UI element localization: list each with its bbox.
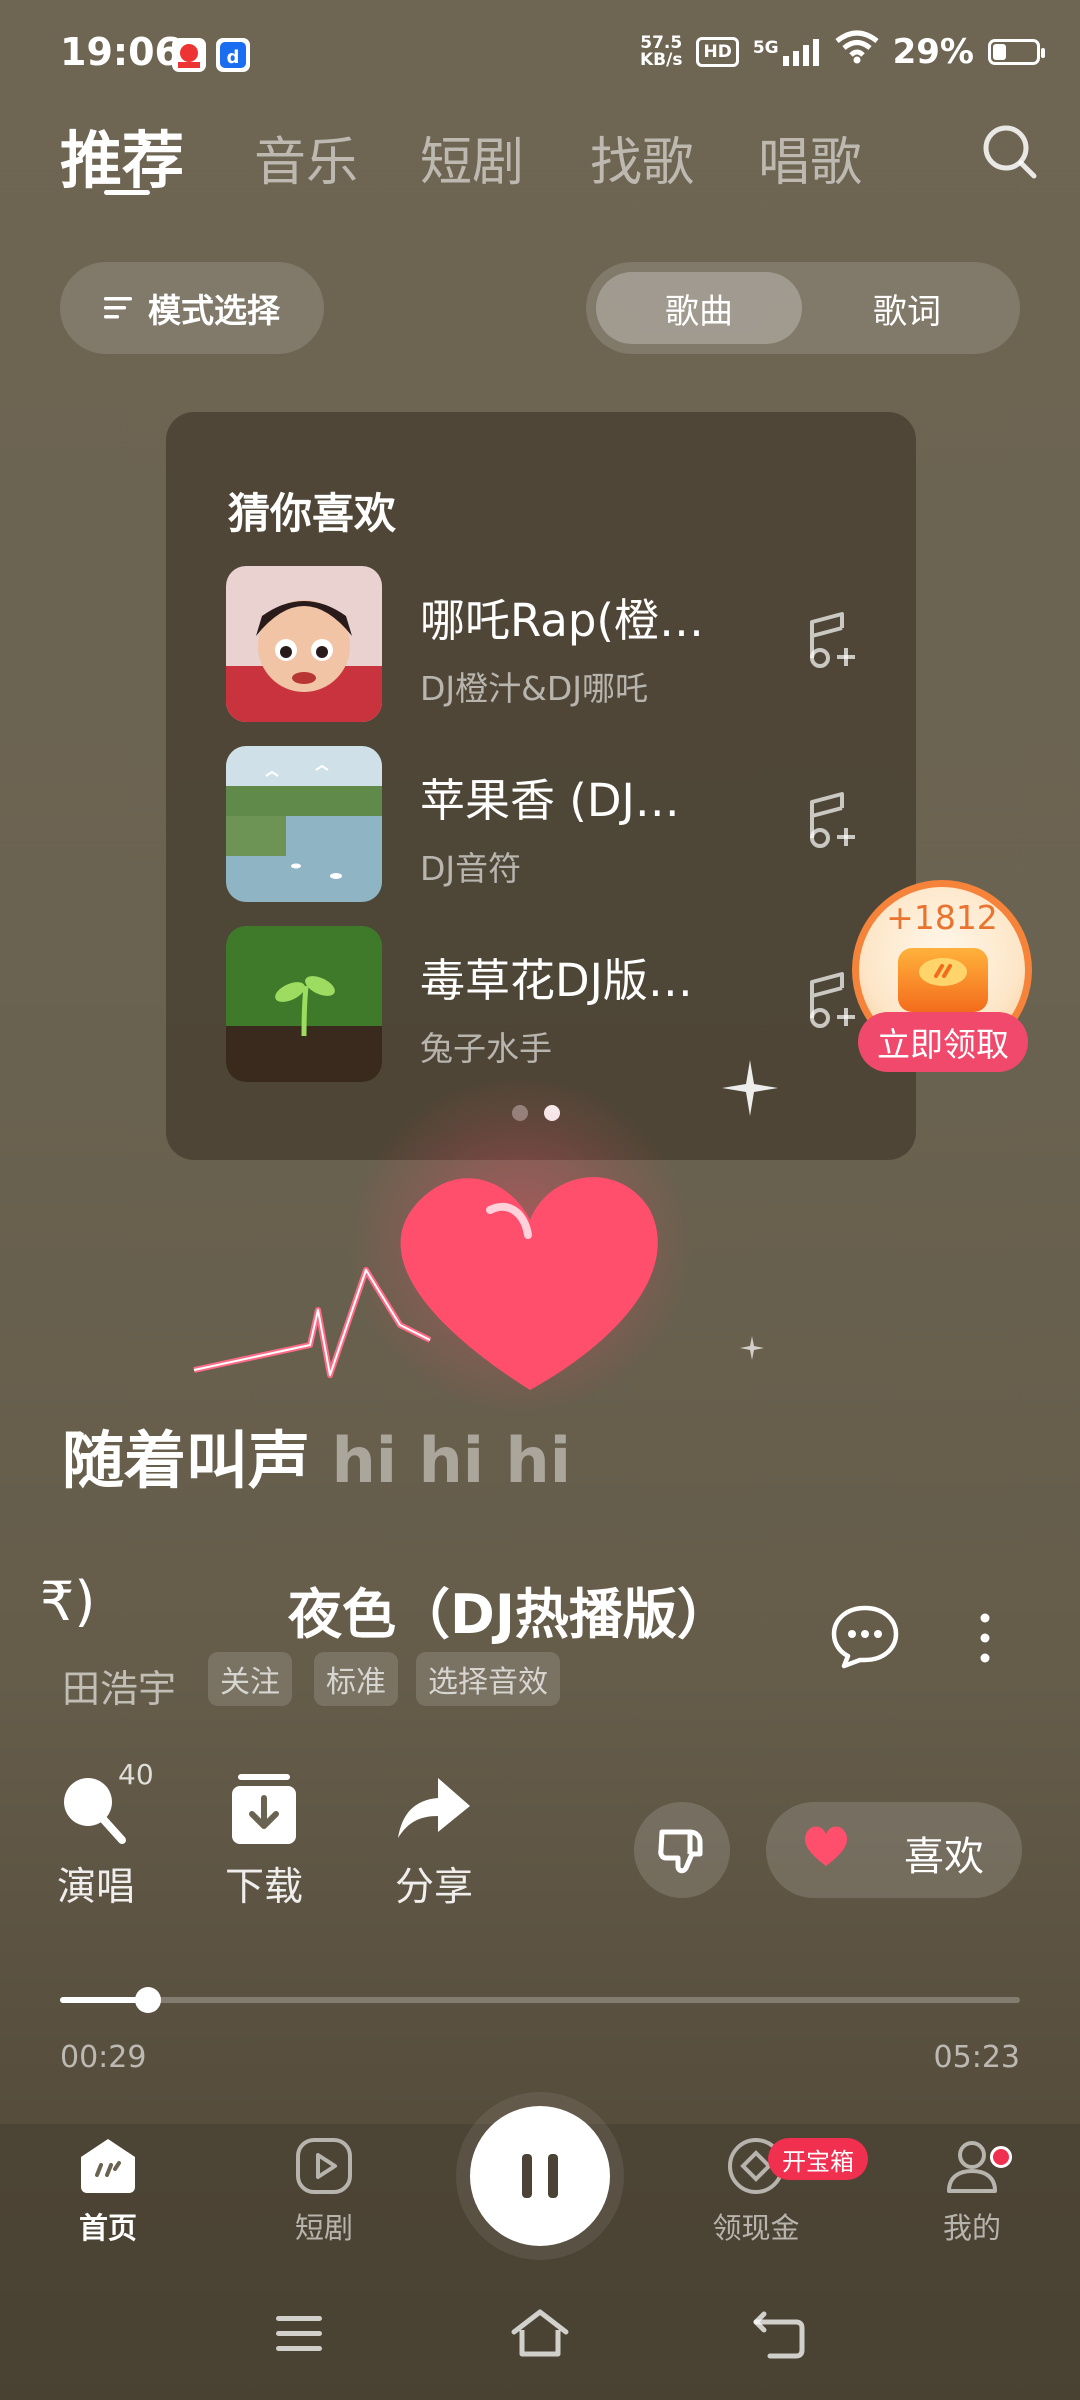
songs-lyrics-toggle: 歌曲 歌词: [586, 262, 1020, 354]
progress-track[interactable]: [60, 1997, 1020, 2003]
quality-button[interactable]: 标准: [314, 1652, 398, 1706]
play-circle-icon: [293, 2135, 355, 2197]
sound-effect-button[interactable]: 选择音效: [416, 1652, 560, 1706]
active-tab-indicator: [104, 190, 150, 195]
claim-reward-button[interactable]: 立即领取: [858, 1012, 1028, 1072]
sparkle-icon: [740, 1336, 764, 1360]
recommend-song-item[interactable]: 哪吒Rap(橙… DJ橙汁&DJ哪吒: [226, 566, 866, 722]
more-options-icon[interactable]: [970, 1608, 1000, 1668]
nav-home-label: 首页: [78, 2211, 137, 2245]
download-icon: [224, 1770, 304, 1850]
like-button[interactable]: 喜欢: [766, 1802, 1022, 1898]
notification-app-icon-2: d: [216, 38, 250, 72]
total-time: 05:23: [933, 2040, 1020, 2075]
signal-icon: 5G: [753, 38, 821, 66]
song-cover: [226, 746, 382, 902]
nav-home[interactable]: 首页: [28, 2135, 188, 2247]
home-nav-icon[interactable]: [510, 2306, 570, 2362]
song-artist: DJ音符: [420, 849, 522, 888]
mode-select-button[interactable]: 模式选择: [60, 262, 324, 354]
back-icon[interactable]: [750, 2306, 810, 2362]
reward-amount: +1812: [886, 898, 998, 937]
previous-title-fragment: ₹): [40, 1570, 96, 1633]
share-label: 分享: [394, 1865, 473, 1910]
song-name: 苹果香 (DJ…: [420, 774, 680, 827]
treasure-badge: 开宝箱: [768, 2138, 868, 2180]
recommend-title: 猜你喜欢: [228, 489, 397, 538]
svg-text:d: d: [227, 47, 240, 68]
add-to-playlist-icon[interactable]: [800, 606, 866, 672]
now-playing-title[interactable]: 夜色（DJ热播版）: [288, 1570, 731, 1649]
tab-music[interactable]: 音乐: [254, 120, 358, 195]
nav-mine-label: 我的: [942, 2211, 1001, 2245]
sing-button[interactable]: 演唱: [26, 1770, 166, 1912]
lyric-upcoming: hi hi hi: [331, 1424, 571, 1497]
mode-select-label: 模式选择: [148, 291, 280, 330]
recommend-song-item[interactable]: 毒草花DJ版… 兔子水手: [226, 926, 866, 1082]
notification-app-icon: [172, 38, 206, 72]
current-lyric: 随着叫声 hi hi hi: [62, 1410, 571, 1500]
heartbeat-heart-icon: [190, 1140, 750, 1400]
add-to-playlist-icon[interactable]: [800, 786, 866, 852]
nav-mine[interactable]: 我的: [892, 2135, 1052, 2247]
dislike-button[interactable]: [634, 1802, 730, 1898]
heart-icon: [804, 1826, 848, 1866]
tab-short-drama[interactable]: 短剧: [420, 120, 524, 195]
nav-cash-label: 领现金: [712, 2211, 800, 2245]
follow-button[interactable]: 关注: [208, 1652, 292, 1706]
song-cover: [226, 926, 382, 1082]
toggle-songs[interactable]: 歌曲: [596, 272, 802, 344]
like-label: 喜欢: [904, 1834, 984, 1880]
download-label: 下载: [224, 1865, 303, 1910]
hd-badge: HD: [696, 36, 739, 67]
sing-count: 40: [118, 1758, 154, 1791]
filter-icon: [104, 297, 132, 319]
sparkle-icon: [722, 1060, 778, 1116]
song-cover: [226, 566, 382, 722]
pause-button[interactable]: [470, 2106, 610, 2246]
download-button[interactable]: 下载: [194, 1770, 334, 1912]
notification-dot: [990, 2146, 1012, 2168]
net-speed: 57.5 KB/s: [640, 32, 683, 70]
search-icon[interactable]: [980, 122, 1040, 182]
thumbs-down-icon: [658, 1829, 703, 1874]
current-time: 00:29: [60, 2040, 147, 2075]
song-artist: DJ橙汁&DJ哪吒: [420, 669, 649, 708]
treasure-chest-icon: [898, 948, 988, 1012]
song-name: 毒草花DJ版…: [420, 954, 693, 1007]
home-icon: [77, 2135, 139, 2197]
share-button[interactable]: 分享: [364, 1770, 504, 1912]
nav-drama[interactable]: 短剧: [244, 2135, 404, 2247]
recommend-song-item[interactable]: 苹果香 (DJ… DJ音符: [226, 746, 866, 902]
progress-knob[interactable]: [135, 1987, 161, 2013]
nav-drama-label: 短剧: [294, 2211, 353, 2245]
battery-icon: [988, 38, 1045, 65]
now-playing-artist[interactable]: 田浩宇: [62, 1658, 176, 1713]
status-time: 19:06: [60, 30, 181, 74]
wifi-icon: [835, 30, 879, 73]
menu-icon[interactable]: [270, 2306, 330, 2362]
toggle-lyrics[interactable]: 歌词: [804, 272, 1010, 344]
battery-percent: 29%: [892, 31, 974, 72]
tab-sing[interactable]: 唱歌: [758, 120, 862, 195]
status-indicators: 57.5 KB/s HD 5G 29%: [640, 30, 1045, 73]
song-name: 哪吒Rap(橙…: [420, 594, 704, 647]
tab-find-song[interactable]: 找歌: [590, 120, 694, 195]
song-artist: 兔子水手: [420, 1029, 552, 1068]
share-icon: [394, 1770, 474, 1850]
comment-icon[interactable]: [830, 1604, 900, 1670]
tab-recommend[interactable]: 推荐: [60, 110, 184, 200]
pause-icon: [522, 2154, 558, 2198]
sing-label: 演唱: [56, 1865, 135, 1910]
lyric-sung: 随着叫声: [62, 1424, 311, 1497]
